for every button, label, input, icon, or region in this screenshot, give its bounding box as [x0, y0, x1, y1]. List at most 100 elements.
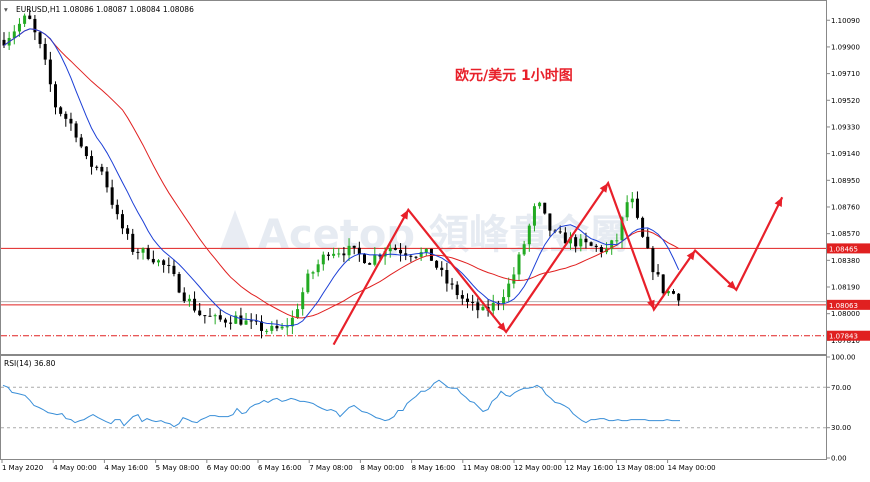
- candle-body: [120, 214, 124, 229]
- price-axis-label: 1.08000: [831, 310, 860, 318]
- candle-body: [131, 233, 135, 252]
- projection-arrowhead: [599, 183, 609, 193]
- candle-body: [615, 240, 619, 242]
- price-axis-label: 1.09140: [831, 150, 860, 158]
- candle-body: [177, 274, 181, 293]
- projection-path: [332, 180, 784, 346]
- candle-body: [594, 245, 598, 247]
- projection-arrowhead: [686, 250, 696, 261]
- candle-body: [574, 237, 578, 247]
- candle-body: [599, 246, 603, 253]
- candle-body: [393, 247, 397, 250]
- candle-body: [491, 302, 495, 311]
- time-axis-label: 13 May 08:00: [616, 464, 664, 472]
- candle-body: [363, 254, 366, 264]
- candle-body: [538, 202, 542, 207]
- candle-body: [543, 202, 547, 214]
- time-axis-label: 8 May 16:00: [412, 464, 456, 472]
- candle-body: [38, 32, 42, 44]
- rsi-axis-label: 0.00: [831, 455, 847, 463]
- candle-body: [95, 166, 99, 168]
- candle-body: [270, 325, 274, 331]
- candle-body: [429, 248, 433, 261]
- candle-body: [522, 244, 526, 255]
- candle-body: [239, 315, 243, 325]
- candle-body: [23, 15, 27, 24]
- price-axis-label: 1.09900: [831, 43, 860, 51]
- candle-body: [414, 256, 418, 258]
- candle-body: [208, 315, 212, 317]
- candle-body: [368, 263, 372, 265]
- candle-body: [218, 315, 222, 320]
- price-axis-label: 1.08190: [831, 284, 860, 292]
- candle-body: [507, 283, 511, 298]
- candle-body: [182, 292, 186, 302]
- candle-body: [440, 267, 444, 271]
- candle-body: [151, 258, 155, 263]
- candle-body: [223, 319, 227, 323]
- candle-body: [115, 204, 119, 215]
- time-axis-label: 6 May 00:00: [207, 464, 251, 472]
- candle-body: [162, 260, 166, 265]
- candle-body: [64, 113, 68, 119]
- candle-body: [69, 118, 73, 124]
- candle-body: [146, 248, 150, 259]
- price-axis-label: 1.09330: [831, 123, 860, 131]
- candle-body: [677, 293, 681, 301]
- candle-body: [79, 137, 83, 147]
- time-axis-label: 12 May 16:00: [565, 464, 613, 472]
- candle-body: [74, 123, 78, 138]
- candle-body: [532, 206, 536, 226]
- candle-body: [172, 265, 176, 275]
- candle-body: [187, 298, 191, 302]
- candle-body: [388, 247, 392, 252]
- candle-body: [466, 298, 469, 303]
- rsi-axis-label: 30.00: [831, 424, 851, 432]
- candle-body: [445, 270, 449, 284]
- time-axis-label: 11 May 08:00: [463, 464, 511, 472]
- price-level-label: 1.07843: [829, 333, 858, 341]
- candle-body: [167, 264, 171, 266]
- chart-canvas[interactable]: Acetop 領峰貴金屬 1.10090 1.09900 1.09710 1.0952…: [0, 0, 870, 478]
- price-axis-label: 1.08380: [831, 257, 860, 265]
- candle-body: [306, 273, 310, 293]
- price-axis-label: 1.10090: [831, 17, 860, 25]
- candle-body: [579, 238, 583, 247]
- time-axis-label: 4 May 00:00: [53, 464, 97, 472]
- candle-body: [17, 23, 21, 32]
- time-axis-label: 7 May 08:00: [309, 464, 353, 472]
- candle-body: [656, 272, 660, 275]
- candle-body: [84, 146, 88, 157]
- price-level-label: 1.08063: [829, 302, 858, 310]
- candle-body: [342, 253, 346, 256]
- candle-body: [424, 248, 428, 253]
- time-axis-label: 8 May 00:00: [360, 464, 404, 472]
- candle-body: [280, 326, 284, 329]
- candle-body: [126, 228, 130, 234]
- candle-body: [347, 245, 351, 256]
- candle-body: [198, 310, 202, 316]
- candle-body: [630, 198, 634, 203]
- candle-body: [157, 260, 160, 263]
- candle-body: [316, 264, 320, 273]
- price-axis-label: 1.09520: [831, 97, 860, 105]
- rsi-axis-label: 100.00: [831, 354, 856, 362]
- candle-body: [460, 295, 464, 299]
- candle-body: [373, 255, 377, 265]
- ma-slow-line: [3, 28, 679, 319]
- candle-body: [136, 251, 140, 253]
- candle-body: [481, 306, 485, 311]
- candle-body: [48, 59, 52, 85]
- candle-body: [455, 284, 459, 296]
- candle-body: [558, 231, 562, 233]
- price-level-label: 1.08465: [829, 245, 858, 253]
- candle-body: [105, 171, 109, 188]
- candle-body: [54, 84, 57, 108]
- candle-body: [584, 238, 588, 243]
- candle-body: [527, 225, 531, 245]
- rsi-title: RSI(14) 36.80: [4, 359, 56, 368]
- time-axis-label: 1 May 2020: [2, 464, 43, 472]
- ma-fast-line: [3, 28, 680, 327]
- chart-window-icon: ▾: [4, 5, 8, 14]
- candle-body: [244, 320, 248, 325]
